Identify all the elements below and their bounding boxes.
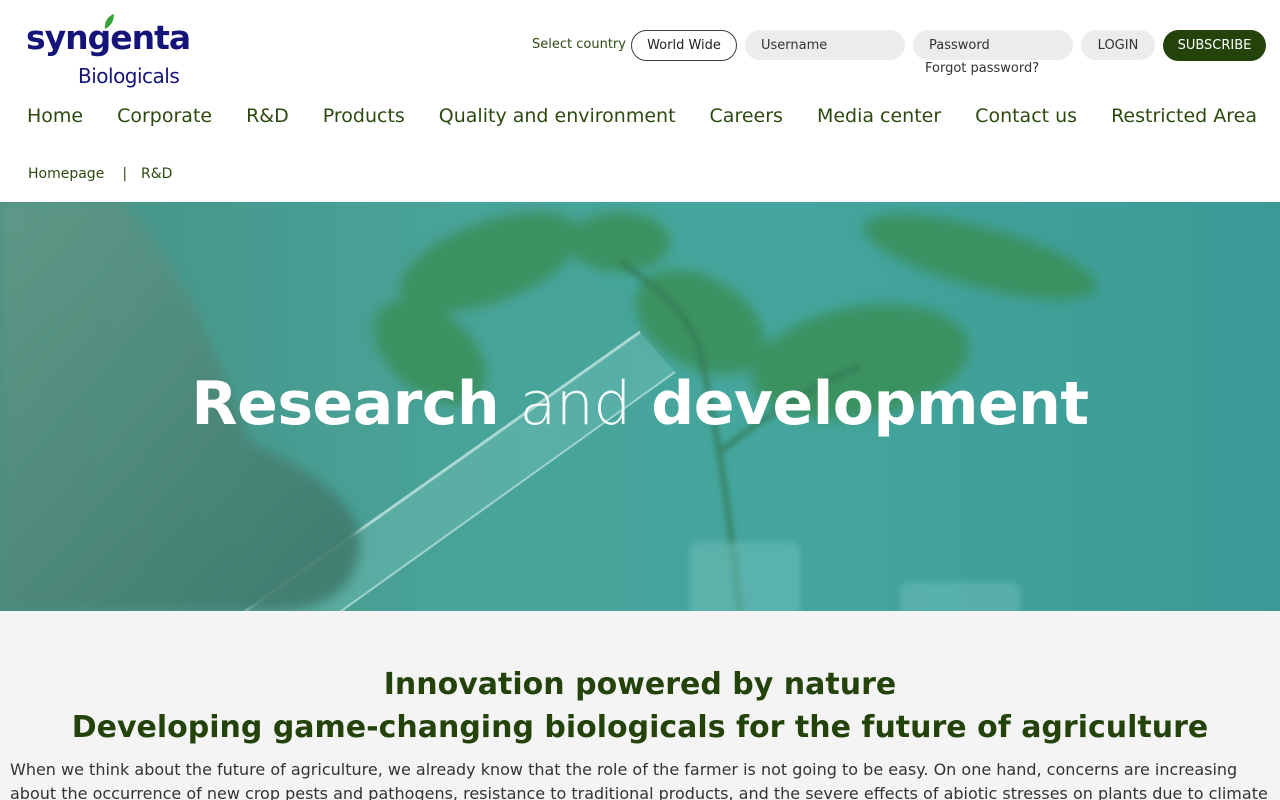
nav-item-restricted-area[interactable]: Restricted Area: [1111, 103, 1257, 129]
login-label: LOGIN: [1097, 37, 1139, 53]
leaf-icon: [104, 14, 114, 29]
nav-item-products[interactable]: Products: [323, 103, 405, 129]
hero-title-part-development: development: [651, 369, 1089, 439]
hero-banner: Research and development: [0, 202, 1280, 611]
country-value: World Wide: [647, 38, 721, 53]
nav-item-careers[interactable]: Careers: [710, 103, 783, 129]
nav-item-media-center[interactable]: Media center: [817, 103, 941, 129]
subscribe-button[interactable]: SUBSCRIBE: [1163, 30, 1266, 61]
site-header: syngenta Biologicals Select country Worl…: [0, 0, 1280, 202]
breadcrumb-separator: |: [122, 166, 128, 182]
breadcrumb-home[interactable]: Homepage: [28, 166, 104, 182]
intro-section: Innovation powered by nature Developing …: [0, 611, 1280, 800]
hero-title-part-and: and: [519, 369, 631, 439]
nav-item-corporate[interactable]: Corporate: [117, 103, 212, 129]
logo-subtitle: Biologicals: [78, 64, 180, 88]
login-button[interactable]: LOGIN: [1081, 30, 1155, 60]
section-subheading: Developing game-changing biologicals for…: [71, 710, 1209, 745]
nav-item-rd[interactable]: R&D: [246, 103, 289, 129]
syngenta-biologicals-logo[interactable]: syngenta Biologicals: [26, 14, 196, 92]
subscribe-label: SUBSCRIBE: [1177, 38, 1252, 53]
hero-title-part-research: Research: [191, 369, 500, 439]
main-nav: Home Corporate R&D Products Quality and …: [27, 103, 1280, 129]
select-country-label: Select country: [532, 37, 626, 52]
forgot-password-link[interactable]: Forgot password?: [925, 61, 1039, 76]
hero-title: Research and development: [0, 364, 1280, 444]
section-heading: Innovation powered by nature: [383, 667, 897, 702]
breadcrumb-current: R&D: [141, 166, 173, 182]
password-input[interactable]: [913, 30, 1073, 60]
country-selector[interactable]: World Wide: [631, 30, 737, 61]
nav-item-contact[interactable]: Contact us: [975, 103, 1077, 129]
nav-item-quality[interactable]: Quality and environment: [439, 103, 676, 129]
intro-paragraph: When we think about the future of agricu…: [10, 760, 1268, 800]
nav-item-home[interactable]: Home: [27, 103, 83, 129]
breadcrumb: Homepage | R&D: [28, 166, 172, 182]
username-input[interactable]: [745, 30, 905, 60]
